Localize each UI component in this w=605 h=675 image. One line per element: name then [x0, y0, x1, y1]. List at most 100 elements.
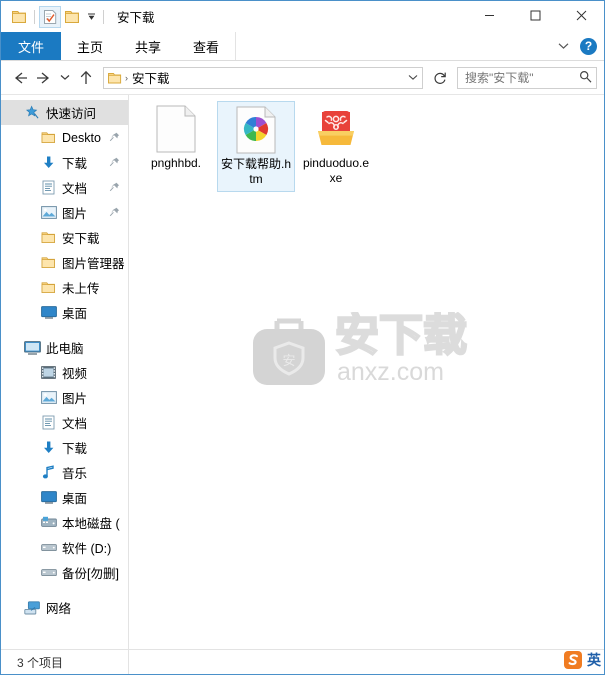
close-button[interactable] [558, 1, 604, 30]
chevron-down-icon[interactable] [555, 38, 571, 54]
file-list-pane[interactable]: pnghhbd. 安下载帮助.htm pinduoduo.exe 安 安下载 a… [129, 95, 604, 649]
sidebar-item-pictures-pinned[interactable]: 图片 [1, 200, 128, 225]
toolbar-divider [34, 9, 35, 24]
address-dropdown-icon[interactable] [404, 74, 422, 81]
sidebar-item-documents[interactable]: 文档 [1, 410, 128, 435]
pin-icon[interactable] [108, 155, 120, 167]
ribbon-tab-bar: 文件 主页 共享 查看 ? [1, 32, 604, 61]
address-bar[interactable]: › 安下载 [103, 66, 423, 89]
sidebar-label: 桌面 [62, 492, 88, 506]
folder-icon[interactable] [8, 6, 30, 28]
recent-locations-icon[interactable] [56, 66, 74, 90]
ime-indicator[interactable]: 英 [562, 647, 601, 673]
help-button[interactable]: ? [580, 37, 597, 55]
local-disk-icon [40, 514, 57, 531]
sidebar-label: 图片管理器 [62, 257, 125, 271]
sidebar-label: 文档 [62, 417, 88, 431]
watermark-domain: anxz.com [337, 358, 444, 386]
sidebar-label: 安下载 [62, 232, 100, 246]
folder-icon [40, 129, 57, 146]
anxz-bag-shield-logo: 安 [252, 318, 325, 385]
sidebar-label: 本地磁盘 ( [62, 517, 120, 531]
folder-icon [40, 229, 57, 246]
watermark-brand: 安下载 [335, 312, 467, 360]
breadcrumb-folder-icon [104, 71, 124, 85]
ribbon-right-controls: ? [555, 32, 604, 60]
back-button[interactable] [8, 66, 32, 90]
ime-mode-label[interactable]: 英 [587, 650, 601, 670]
pinduoduo-app-icon [312, 105, 360, 153]
tab-share[interactable]: 共享 [119, 32, 177, 60]
sidebar-item-downloads-pinned[interactable]: 下载 [1, 150, 128, 175]
sidebar-label: 网络 [46, 602, 72, 616]
sidebar-item-picture-manager[interactable]: 图片管理器 [1, 250, 128, 275]
refresh-button[interactable] [428, 66, 452, 90]
file-item[interactable]: pinduoduo.exe [297, 101, 375, 192]
file-grid: pnghhbd. 安下载帮助.htm pinduoduo.exe [129, 95, 604, 192]
sidebar-item-desktop[interactable]: 桌面 [1, 300, 128, 325]
folder-icon [40, 254, 57, 271]
breadcrumb-separator[interactable]: › [124, 73, 132, 83]
maximize-button[interactable] [512, 1, 558, 30]
sidebar-label: Deskto [62, 130, 101, 145]
pin-icon[interactable] [108, 130, 120, 142]
customize-caret-icon[interactable] [83, 6, 99, 28]
properties-icon[interactable] [39, 5, 61, 28]
search-input[interactable]: 搜索"安下载" [457, 66, 597, 89]
forward-button[interactable] [32, 66, 56, 90]
search-placeholder: 搜索"安下载" [465, 71, 534, 85]
file-name: 安下载帮助.htm [220, 157, 291, 186]
sidebar-label: 未上传 [62, 282, 100, 296]
new-folder-icon[interactable] [61, 6, 83, 28]
pictures-icon [40, 204, 57, 221]
desktop-icon [40, 304, 57, 321]
sidebar-label: 视频 [62, 367, 88, 381]
videos-icon [40, 364, 57, 381]
download-arrow-icon [40, 439, 57, 456]
window-controls [466, 1, 604, 30]
breadcrumb[interactable]: 安下载 [132, 68, 170, 87]
toolbar-divider-2 [103, 9, 104, 24]
status-item-count-container: 3 个项目 [1, 650, 129, 674]
sogou-logo[interactable] [562, 649, 584, 671]
sidebar-item-local-disk[interactable]: 本地磁盘 ( [1, 510, 128, 535]
tab-view[interactable]: 查看 [177, 32, 237, 60]
pin-icon[interactable] [108, 205, 120, 217]
sidebar-label: 下载 [62, 442, 88, 456]
navigation-pane[interactable]: 快速访问 Deskto 下载 文档 图片 安下载 图片管理器 未上传 桌面 此电… [1, 95, 129, 649]
sidebar-label: 桌面 [62, 307, 88, 321]
minimize-button[interactable] [466, 1, 512, 30]
tab-home[interactable]: 主页 [61, 32, 119, 60]
tab-file[interactable]: 文件 [1, 32, 62, 60]
pin-icon[interactable] [108, 180, 120, 192]
search-icon[interactable] [579, 70, 592, 86]
sidebar-item-network[interactable]: 网络 [1, 595, 128, 620]
file-name: pnghhbd. [150, 156, 202, 170]
file-item[interactable]: 安下载帮助.htm [217, 101, 295, 192]
navigation-bar: › 安下载 搜索"安下载" [1, 61, 604, 94]
sidebar-item-downloads[interactable]: 下载 [1, 435, 128, 460]
sidebar-label: 此电脑 [46, 342, 84, 356]
download-arrow-icon [40, 154, 57, 171]
sidebar-item-desktop-pc[interactable]: 桌面 [1, 485, 128, 510]
sidebar-item-backup-drive[interactable]: 备份[勿删] [1, 560, 128, 585]
html-pinwheel-icon [232, 106, 280, 154]
up-button[interactable] [74, 66, 98, 90]
sidebar-item-not-uploaded[interactable]: 未上传 [1, 275, 128, 300]
window-title: 安下载 [117, 11, 155, 25]
status-item-count: 3 个项目 [17, 655, 64, 670]
star-pin-icon [24, 104, 41, 121]
sidebar-item-videos[interactable]: 视频 [1, 360, 128, 385]
sidebar-item-quick-access[interactable]: 快速访问 [1, 100, 128, 125]
drive-icon [40, 564, 57, 581]
this-pc-icon [24, 339, 41, 356]
desktop-icon [40, 489, 57, 506]
sidebar-item-pictures[interactable]: 图片 [1, 385, 128, 410]
sidebar-item-documents-pinned[interactable]: 文档 [1, 175, 128, 200]
sidebar-item-music[interactable]: 音乐 [1, 460, 128, 485]
file-item[interactable]: pnghhbd. [137, 101, 215, 192]
sidebar-item-anxiazai[interactable]: 安下载 [1, 225, 128, 250]
sidebar-item-this-pc[interactable]: 此电脑 [1, 335, 128, 360]
sidebar-item-drive-d[interactable]: 软件 (D:) [1, 535, 128, 560]
sidebar-item-desktop-pinned[interactable]: Deskto [1, 125, 128, 150]
